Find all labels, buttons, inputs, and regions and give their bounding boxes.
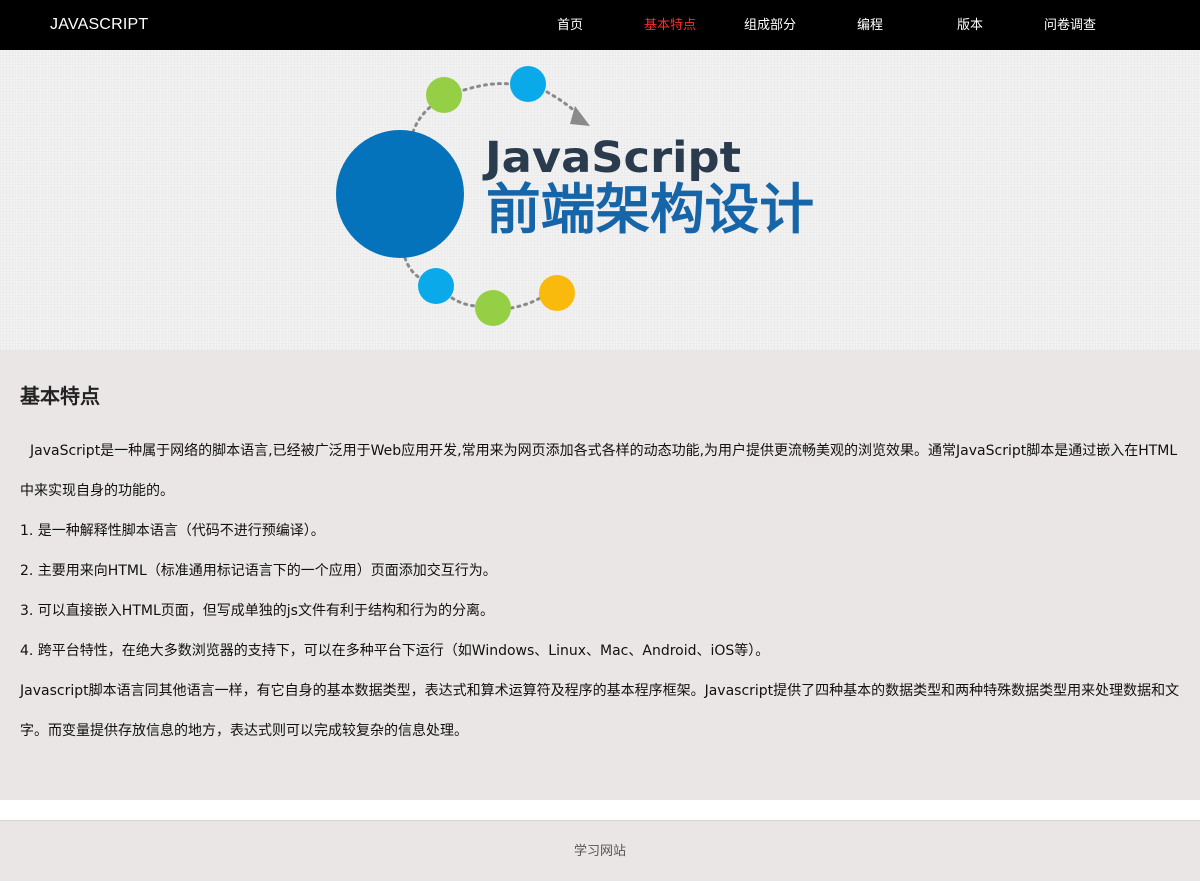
- javascript-logo-graphic: JavaScript 前端架构设计: [336, 66, 814, 326]
- nav-item-survey[interactable]: 问卷调查: [1020, 0, 1120, 50]
- dotted-connector: [509, 296, 542, 310]
- hero-banner: JavaScript 前端架构设计: [0, 50, 1200, 350]
- feature-point-1: 1. 是一种解释性脚本语言（代码不进行预编译）。: [20, 523, 325, 539]
- top-navbar: JAVASCRIPT 首页 基本特点 组成部分 编程 版本 问卷调查: [0, 0, 1200, 50]
- nav-item-versions[interactable]: 版本: [920, 0, 1020, 50]
- article-body: JavaScript是一种属于网络的脚本语言,已经被广泛用于Web应用开发,常用…: [20, 431, 1182, 751]
- feature-point-2: 2. 主要用来向HTML（标准通用标记语言下的一个应用）页面添加交互行为。: [20, 563, 497, 579]
- dotted-connector: [450, 296, 480, 308]
- feature-point-4: 4. 跨平台特性，在绝大多数浏览器的支持下，可以在多种平台下运行（如Window…: [20, 643, 770, 659]
- nav-item-programming[interactable]: 编程: [820, 0, 920, 50]
- footer-text: 学习网站: [573, 844, 626, 859]
- green-circle: [475, 290, 511, 326]
- intro-paragraph: JavaScript是一种属于网络的脚本语言,已经被广泛用于Web应用开发,常用…: [20, 443, 1178, 499]
- nav-item-features[interactable]: 基本特点: [620, 0, 720, 50]
- site-brand[interactable]: JAVASCRIPT: [50, 0, 148, 50]
- feature-point-3: 3. 可以直接嵌入HTML页面，但写成单独的js文件有利于结构和行为的分离。: [20, 603, 494, 619]
- closing-paragraph: Javascript脚本语言同其他语言一样，有它自身的基本数据类型，表达式和算术…: [20, 683, 1180, 739]
- large-blue-circle: [336, 130, 464, 258]
- dotted-connector: [462, 82, 512, 92]
- page-footer: 学习网站: [0, 820, 1200, 881]
- logo-title-text: JavaScript: [482, 133, 741, 183]
- nav-item-components[interactable]: 组成部分: [720, 0, 820, 50]
- yellow-circle: [539, 275, 575, 311]
- logo-subtitle-text: 前端架构设计: [486, 178, 814, 241]
- main-content: 基本特点 JavaScript是一种属于网络的脚本语言,已经被广泛用于Web应用…: [0, 350, 1200, 800]
- section-title: 基本特点: [20, 384, 100, 408]
- dotted-connector: [545, 90, 580, 116]
- green-circle: [426, 77, 462, 113]
- light-blue-circle: [418, 268, 454, 304]
- dotted-connector: [403, 256, 422, 280]
- nav-item-home[interactable]: 首页: [520, 0, 620, 50]
- light-blue-circle: [510, 66, 546, 102]
